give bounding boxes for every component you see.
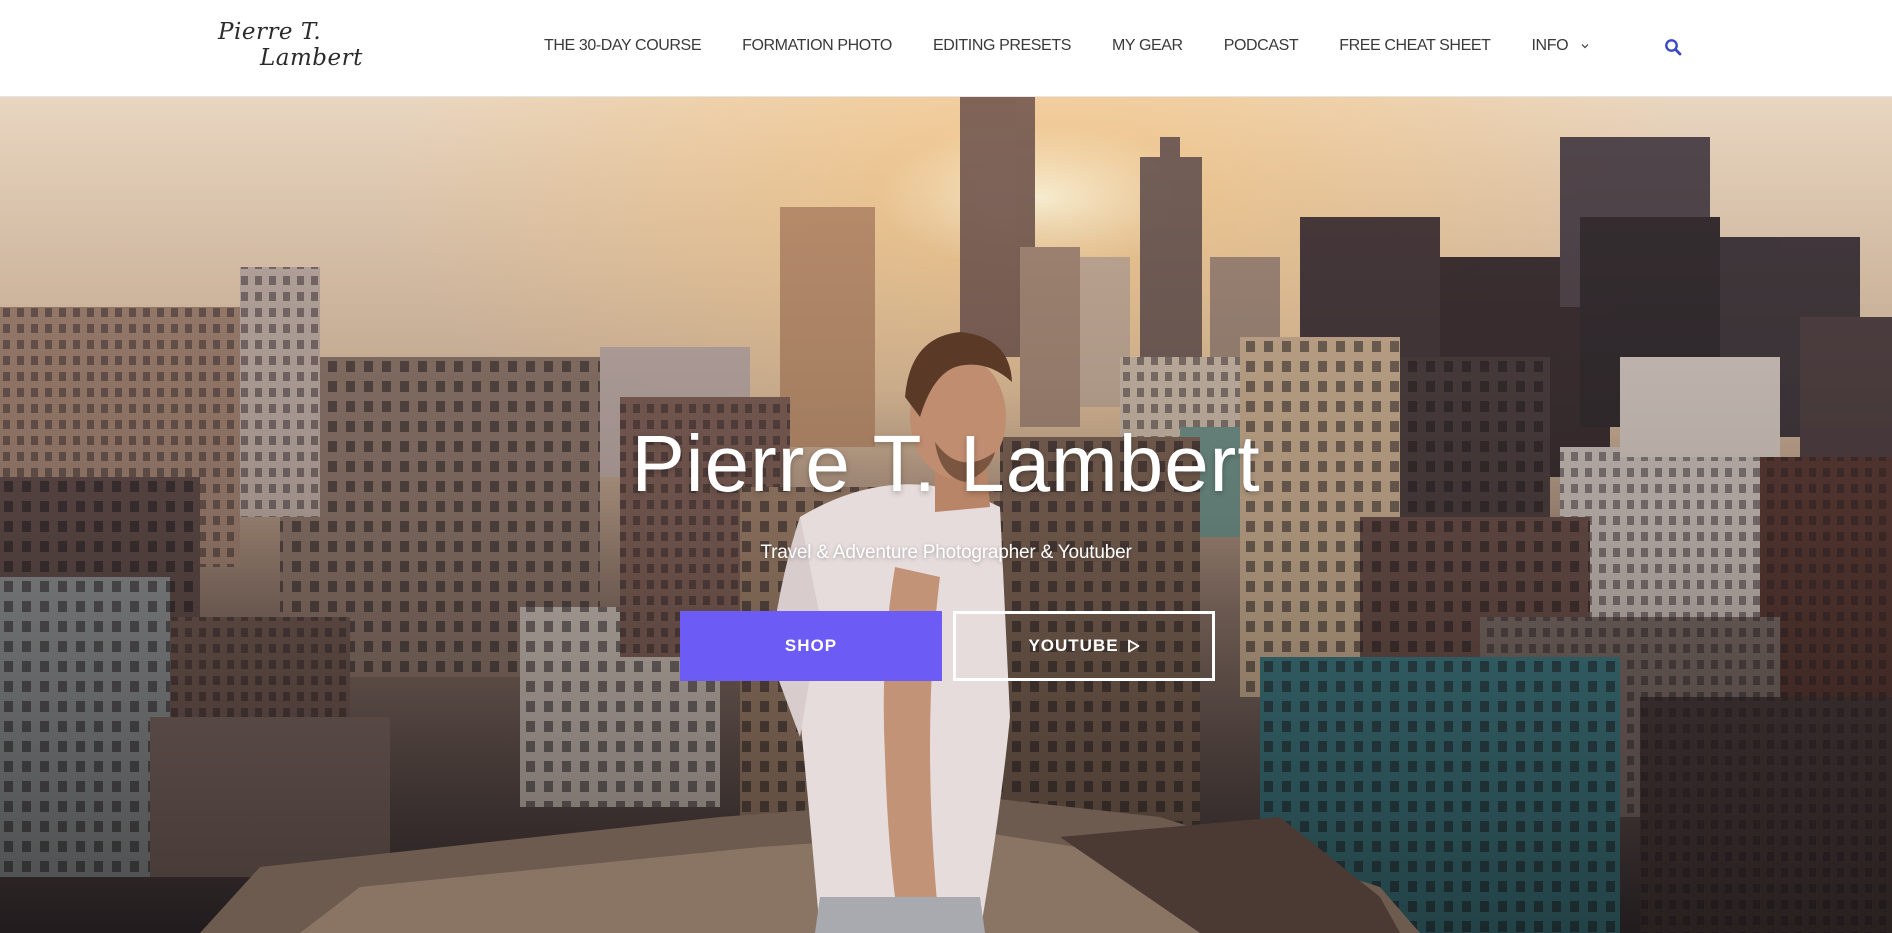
shop-button[interactable]: SHOP [680, 611, 942, 681]
nav-item-label: FORMATION PHOTO [742, 37, 892, 54]
nav-item-label: THE 30-DAY COURSE [544, 37, 702, 54]
hero-subtitle: Travel & Adventure Photographer & Youtub… [760, 542, 1132, 563]
youtube-button-label: YOUTUBE [1028, 636, 1119, 655]
nav-item-my-gear[interactable]: MY GEAR [1112, 37, 1183, 55]
hero-title: Pierre T. Lambert [631, 419, 1261, 508]
nav-item-label: EDITING PRESETS [932, 37, 1071, 54]
nav-item-free-cheat-sheet[interactable]: FREE CHEAT SHEET [1339, 37, 1491, 55]
shop-button-label: SHOP [784, 636, 838, 655]
nav-item-label: INFO [1531, 37, 1569, 54]
nav-item-formation-photo[interactable]: FORMATION PHOTO [742, 37, 892, 55]
logo-line-1: Pierre T. [218, 19, 322, 45]
nav-item-info[interactable]: INFO [1532, 37, 1591, 55]
nav-item-30-day-course[interactable]: THE 30-DAY COURSE [544, 37, 701, 55]
main-nav: THE 30-DAY COURSE FORMATION PHOTO EDITIN… [544, 36, 1590, 56]
youtube-button[interactable]: YOUTUBE [953, 611, 1215, 681]
nav-item-editing-presets[interactable]: EDITING PRESETS [933, 37, 1071, 55]
logo-line-2: Lambert [260, 45, 363, 71]
site-header: Pierre T. Lambert THE 30-DAY COURSE FORM… [0, 0, 1892, 97]
play-icon [1127, 639, 1139, 653]
chevron-down-icon [1581, 44, 1589, 49]
nav-item-podcast[interactable]: PODCAST [1224, 37, 1299, 55]
nav-item-label: PODCAST [1223, 37, 1299, 54]
hero-section: Pierre T. Lambert Travel & Adventure Pho… [0, 97, 1892, 933]
hero-background-image [0, 97, 1892, 933]
search-icon[interactable] [1664, 38, 1682, 56]
nav-item-label: FREE CHEAT SHEET [1339, 37, 1491, 54]
nav-item-label: MY GEAR [1111, 37, 1183, 54]
site-logo[interactable]: Pierre T. Lambert [218, 19, 362, 74]
